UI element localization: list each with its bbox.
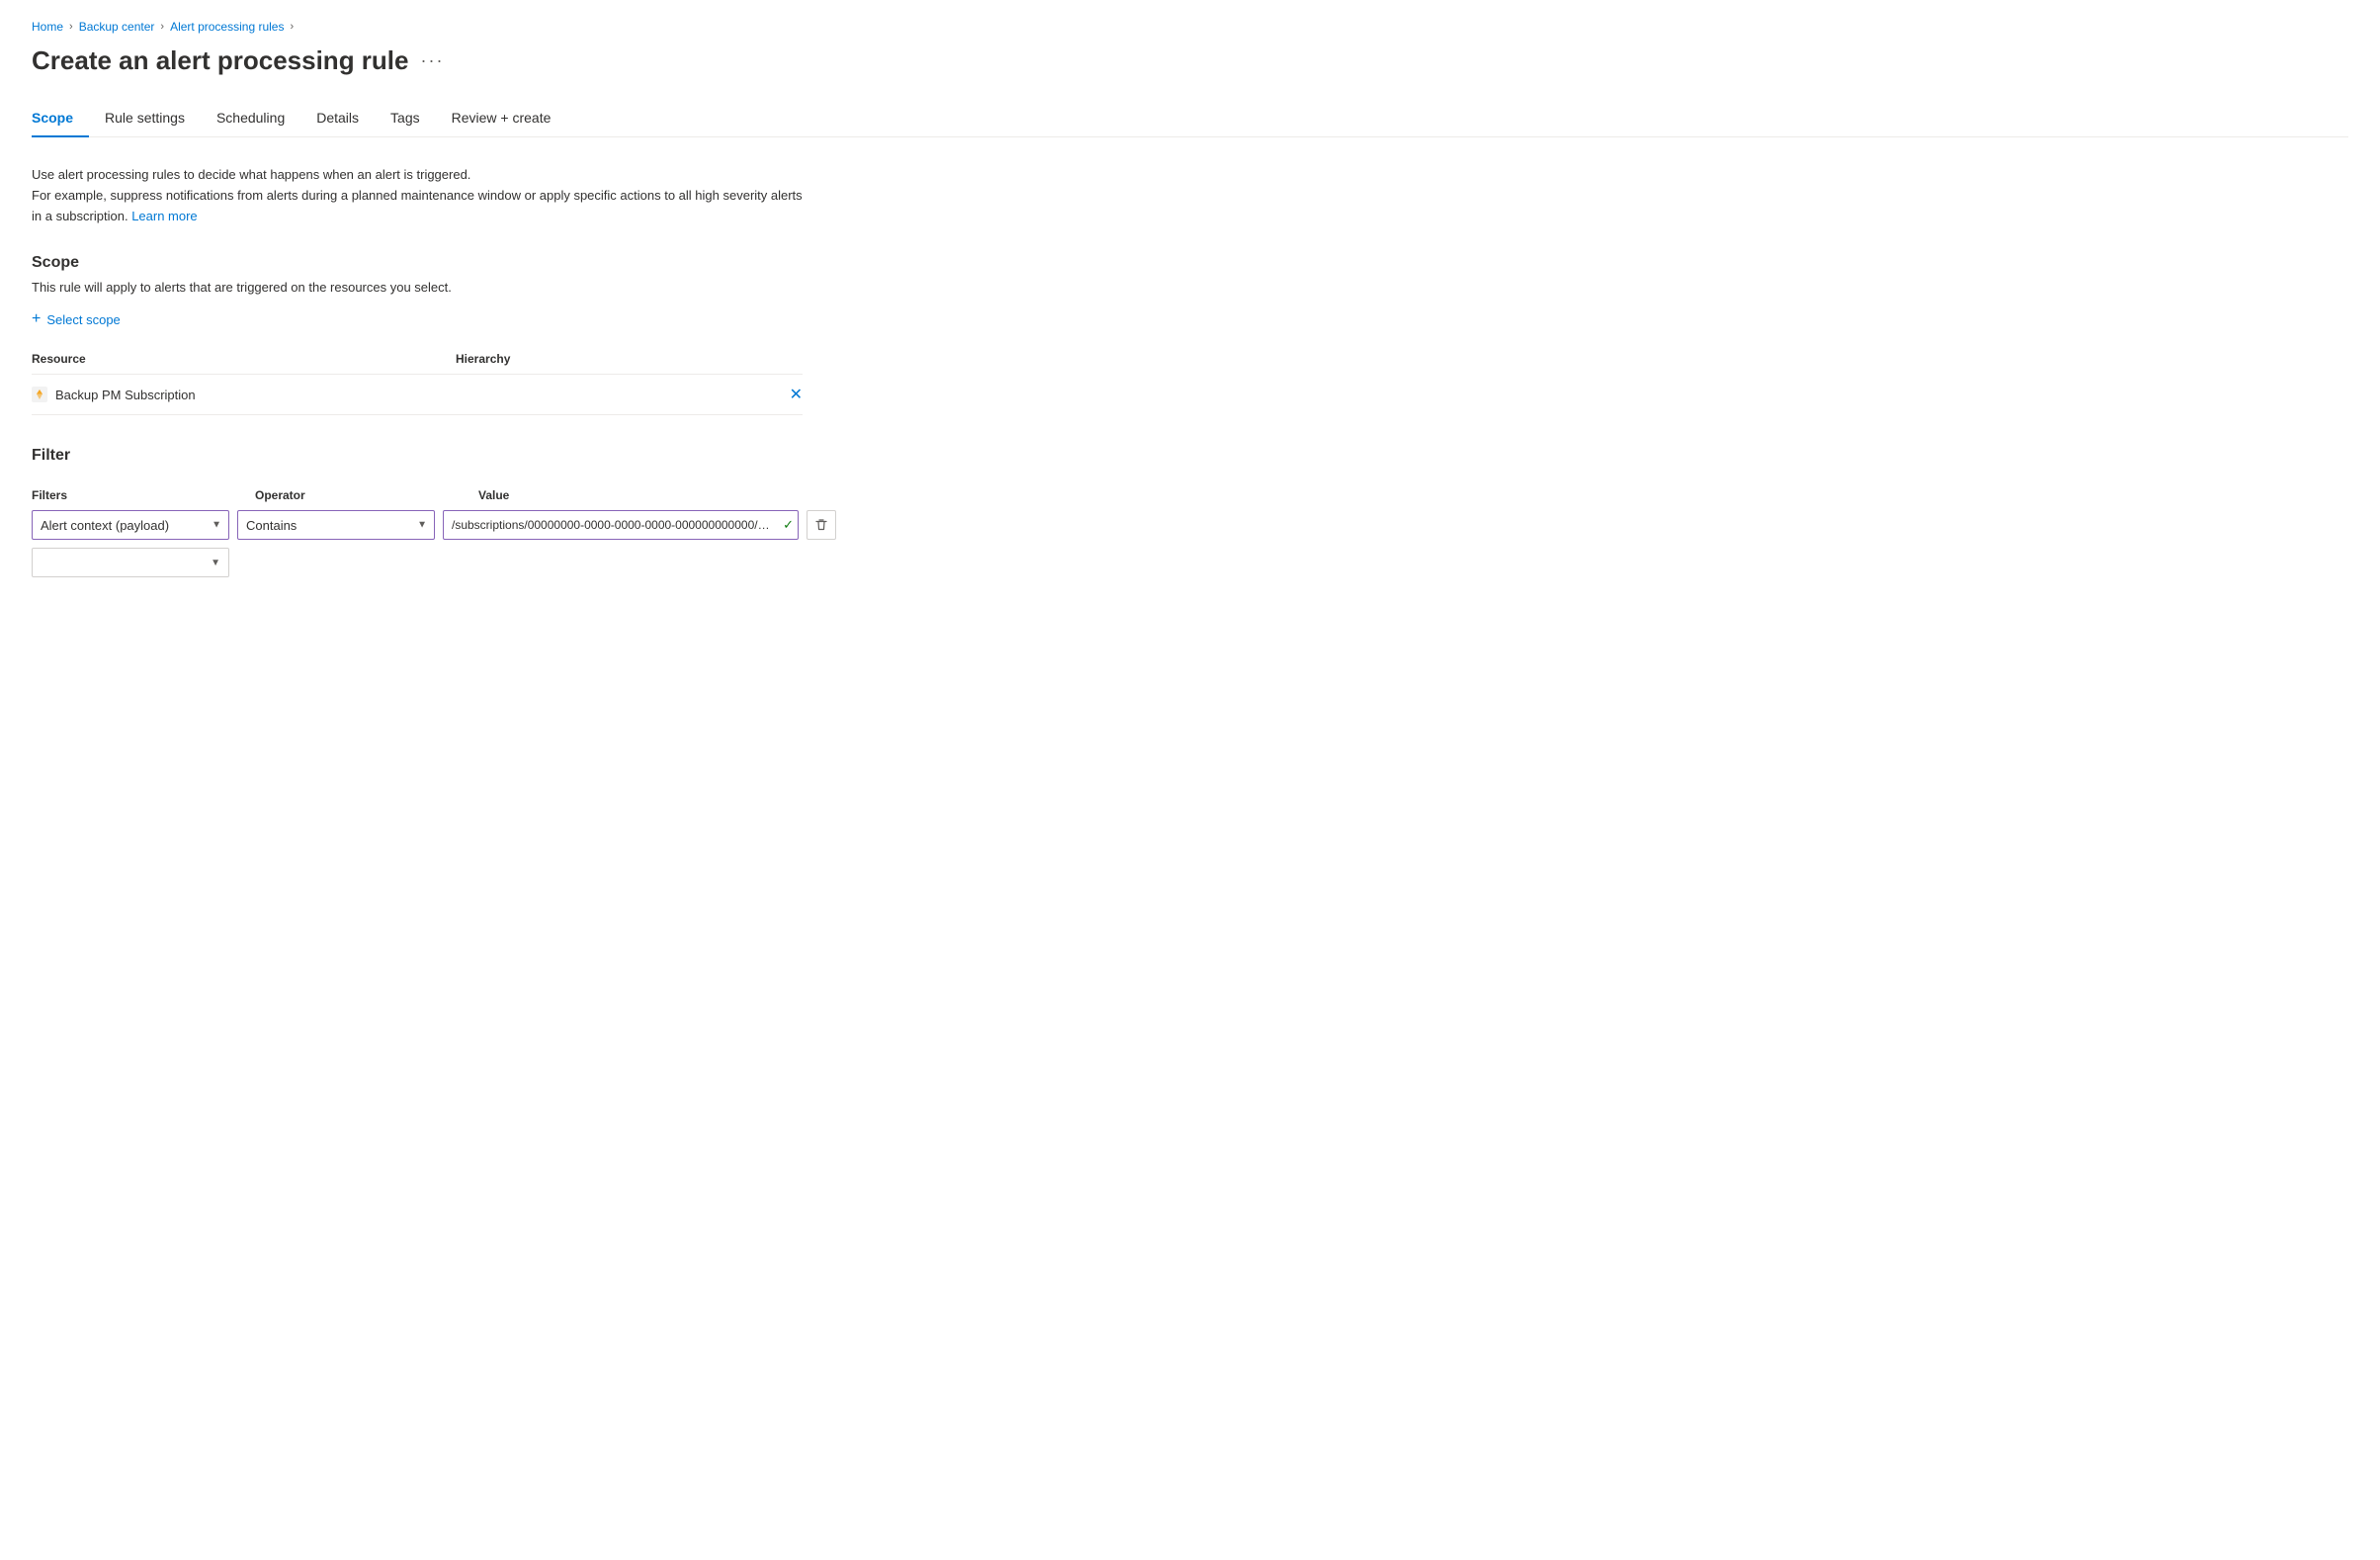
- description-text2: For example, suppress notifications from…: [32, 186, 803, 227]
- scope-table: Resource Hierarchy B: [32, 344, 803, 415]
- resource-cell: Backup PM Subscription: [32, 387, 456, 402]
- description-text1: Use alert processing rules to decide wha…: [32, 165, 803, 186]
- filter-row-1: Alert context (payload) Alert rule ID Al…: [32, 510, 2348, 540]
- filters-col-label: Filters: [32, 488, 239, 502]
- operator-col-label: Operator: [255, 488, 463, 502]
- scope-subtext: This rule will apply to alerts that are …: [32, 280, 2348, 295]
- select-scope-button[interactable]: + Select scope: [32, 310, 121, 328]
- value-col-label: Value: [478, 488, 814, 502]
- operator-wrapper: Contains Does not contain Equals Does no…: [237, 510, 435, 540]
- filter-row-empty: ▼: [32, 548, 2348, 577]
- scope-heading: Scope: [32, 254, 2348, 272]
- operator-select[interactable]: Contains Does not contain Equals Does no…: [237, 510, 435, 540]
- col-action: [764, 344, 803, 375]
- scope-section: Scope This rule will apply to alerts tha…: [32, 254, 2348, 415]
- subscription-icon: [32, 387, 47, 402]
- tab-scope[interactable]: Scope: [32, 100, 89, 137]
- hierarchy-cell: [456, 375, 764, 415]
- tab-tags[interactable]: Tags: [375, 100, 436, 137]
- select-scope-label: Select scope: [46, 312, 120, 327]
- value-input-wrapper: ✓: [443, 510, 799, 540]
- breadcrumb-sep-2: ›: [160, 21, 164, 33]
- action-cell: ✕: [764, 375, 803, 415]
- page-title: Create an alert processing rule: [32, 45, 408, 76]
- empty-filter-select[interactable]: ▼: [32, 548, 229, 577]
- col-resource: Resource: [32, 344, 456, 375]
- filter-type-select[interactable]: Alert context (payload) Alert rule ID Al…: [32, 510, 229, 540]
- tabs-container: Scope Rule settings Scheduling Details T…: [32, 100, 2348, 137]
- description-block: Use alert processing rules to decide wha…: [32, 165, 803, 226]
- empty-filter-chevron: ▼: [211, 558, 220, 568]
- breadcrumb-sep-3: ›: [290, 21, 294, 33]
- tab-review-create[interactable]: Review + create: [436, 100, 567, 137]
- trash-icon: [814, 518, 828, 532]
- breadcrumb: Home › Backup center › Alert processing …: [32, 20, 2348, 34]
- filter-type-wrapper: Alert context (payload) Alert rule ID Al…: [32, 510, 229, 540]
- delete-filter-row-button[interactable]: [807, 510, 836, 540]
- more-options-button[interactable]: ···: [420, 50, 444, 71]
- filter-section: Filter Filters Operator Value Alert cont…: [32, 447, 2348, 577]
- tab-scheduling[interactable]: Scheduling: [201, 100, 300, 137]
- remove-resource-button[interactable]: ✕: [790, 387, 803, 403]
- value-input[interactable]: [444, 518, 779, 532]
- breadcrumb-home[interactable]: Home: [32, 20, 63, 34]
- plus-icon: +: [32, 310, 41, 328]
- table-row: Backup PM Subscription ✕: [32, 375, 803, 415]
- tab-details[interactable]: Details: [300, 100, 375, 137]
- breadcrumb-sep-1: ›: [69, 21, 73, 33]
- resource-name: Backup PM Subscription: [55, 388, 196, 402]
- filter-column-headers: Filters Operator Value: [32, 488, 2348, 502]
- value-check-icon: ✓: [779, 517, 798, 533]
- col-hierarchy: Hierarchy: [456, 344, 764, 375]
- tab-rule-settings[interactable]: Rule settings: [89, 100, 201, 137]
- page-title-row: Create an alert processing rule ···: [32, 45, 2348, 76]
- breadcrumb-backup-center[interactable]: Backup center: [79, 20, 155, 34]
- filter-heading: Filter: [32, 447, 2348, 465]
- learn-more-link[interactable]: Learn more: [131, 209, 197, 223]
- breadcrumb-alert-rules: Alert processing rules: [170, 20, 284, 34]
